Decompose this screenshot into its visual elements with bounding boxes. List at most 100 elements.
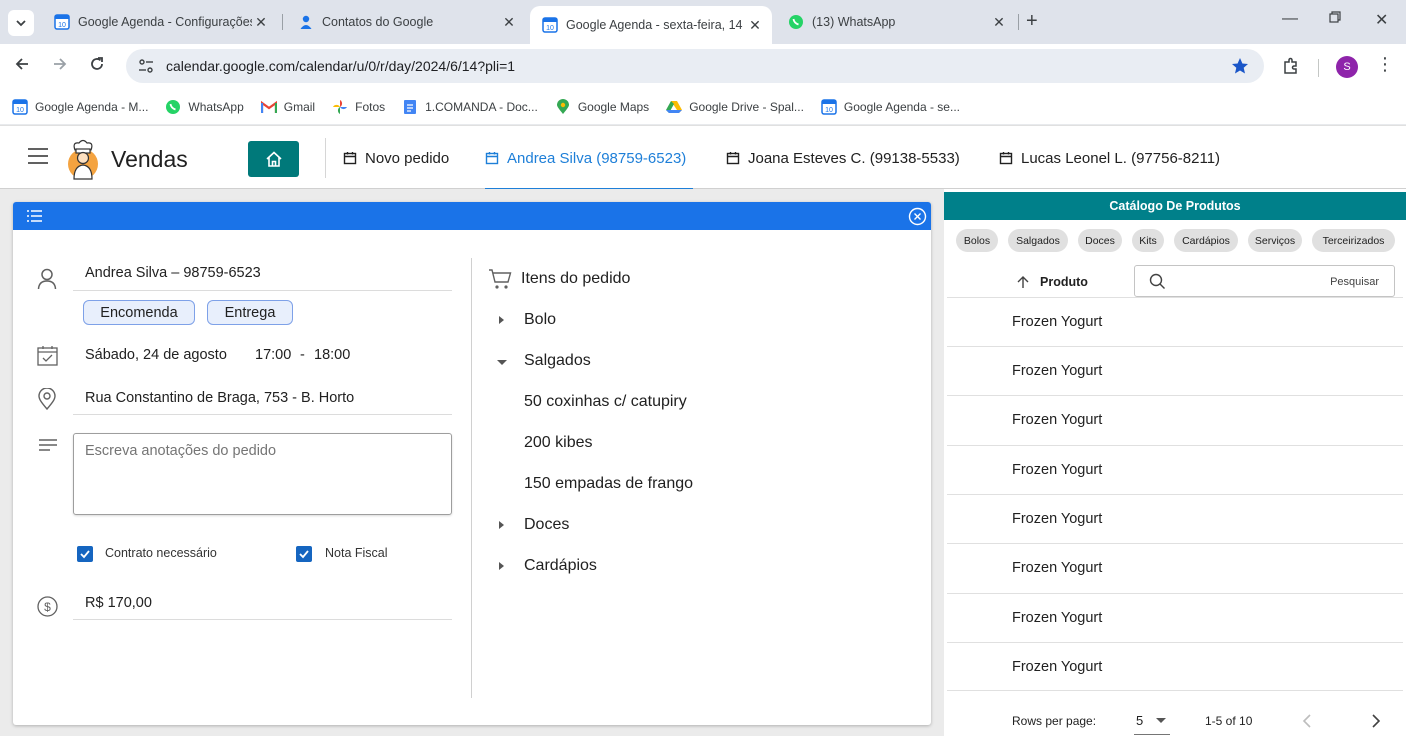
product-catalog-panel: Catálogo De Produtos Bolos Salgados Doce… (944, 189, 1406, 736)
rows-per-page-select[interactable]: 5 (1134, 711, 1170, 735)
expand-icon[interactable] (499, 316, 504, 324)
close-icon[interactable]: ✕ (746, 17, 764, 34)
expand-icon[interactable] (499, 562, 504, 570)
minimize-button[interactable]: — (1282, 10, 1298, 28)
reload-button[interactable] (89, 56, 105, 77)
tab-joana-esteves[interactable]: Joana Esteves C. (99138-5533) (726, 126, 960, 190)
tab-search-button[interactable] (8, 10, 34, 36)
restore-button[interactable] (1329, 10, 1341, 28)
browser-tab-calendar-day[interactable]: 10 Google Agenda - sexta-feira, 14 ✕ (530, 6, 772, 44)
tree-subitem[interactable]: 150 empadas de frango (524, 475, 693, 493)
collapse-icon[interactable] (497, 360, 507, 365)
app-title: Vendas (111, 146, 188, 172)
browser-tab-whatsapp[interactable]: (13) WhatsApp ✕ (776, 6, 1016, 38)
table-row[interactable]: Frozen Yogurt (947, 395, 1403, 444)
category-chip[interactable]: Terceirizados (1312, 229, 1395, 252)
browser-menu-icon[interactable]: ⋮ (1376, 54, 1394, 75)
bookmark-item[interactable]: 10 Google Agenda - se... (821, 99, 960, 115)
browser-tab-calendar-settings[interactable]: 10 Google Agenda - Configurações ✕ (42, 6, 278, 38)
bookmark-item[interactable]: Google Drive - Spal... (666, 99, 804, 115)
category-chip[interactable]: Doces (1078, 229, 1122, 252)
tree-item-salgados[interactable]: Salgados (524, 352, 591, 370)
whatsapp-icon (165, 99, 181, 115)
address-field[interactable]: Rua Constantino de Braga, 753 - B. Horto (85, 390, 354, 406)
back-button[interactable] (14, 56, 30, 77)
menu-icon[interactable] (28, 148, 48, 164)
site-settings-icon[interactable] (138, 58, 154, 74)
chip-encomenda[interactable]: Encomenda (83, 300, 195, 325)
list-icon[interactable] (26, 208, 44, 224)
order-date[interactable]: Sábado, 24 de agosto (85, 347, 227, 363)
home-button[interactable] (248, 141, 299, 177)
expand-icon[interactable] (499, 521, 504, 529)
close-circle-icon[interactable] (908, 207, 927, 226)
profile-avatar[interactable]: S (1336, 56, 1358, 78)
url-text[interactable]: calendar.google.com/calendar/u/0/r/day/2… (166, 58, 515, 74)
tree-item-cardapios[interactable]: Cardápios (524, 557, 597, 575)
bookmark-item[interactable]: 10 Google Agenda - M... (12, 99, 148, 115)
address-bar[interactable]: calendar.google.com/calendar/u/0/r/day/2… (126, 49, 1264, 83)
table-row[interactable]: Frozen Yogurt (947, 297, 1403, 346)
table-row[interactable]: Frozen Yogurt (947, 346, 1403, 395)
arrow-up-icon (1017, 276, 1029, 288)
reload-icon (91, 57, 103, 70)
check-icon (299, 550, 309, 559)
table-row[interactable]: Frozen Yogurt (947, 543, 1403, 592)
tab-lucas-leonel[interactable]: Lucas Leonel L. (97756-8211) (999, 126, 1220, 190)
close-icon[interactable]: ✕ (990, 14, 1008, 31)
calendar-icon: 10 (54, 14, 70, 30)
svg-text:10: 10 (546, 25, 554, 32)
photos-icon (332, 99, 348, 115)
chip-entrega[interactable]: Entrega (207, 300, 293, 325)
tree-item-doces[interactable]: Doces (524, 516, 569, 534)
new-tab-button[interactable]: + (1026, 10, 1038, 33)
category-chip[interactable]: Cardápios (1174, 229, 1238, 252)
notes-textarea[interactable]: Escreva anotações do pedido (73, 433, 452, 515)
field-underline (73, 290, 452, 291)
contract-checkbox-label[interactable]: Contrato necessário (105, 546, 217, 560)
close-icon[interactable]: ✕ (500, 14, 518, 31)
close-icon[interactable]: ✕ (252, 14, 270, 31)
tab-title: Google Agenda - Configurações (78, 15, 252, 29)
category-chip[interactable]: Serviços (1248, 229, 1302, 252)
tree-subitem[interactable]: 200 kibes (524, 434, 593, 452)
invoice-checkbox[interactable] (296, 546, 312, 562)
bookmark-item[interactable]: Fotos (332, 99, 385, 115)
customer-name[interactable]: Andrea Silva – 98759-6523 (85, 265, 261, 281)
catalog-search-input[interactable]: Pesquisar (1134, 265, 1395, 297)
table-row[interactable]: Frozen Yogurt (947, 642, 1403, 691)
tree-item-bolo[interactable]: Bolo (524, 311, 556, 329)
bookmark-item[interactable]: WhatsApp (165, 99, 244, 115)
tab-separator (282, 14, 283, 30)
svg-text:10: 10 (825, 107, 833, 114)
bookmark-item[interactable]: 1.COMANDA - Doc... (402, 99, 538, 115)
window-close-button[interactable]: ✕ (1375, 10, 1388, 30)
category-chip[interactable]: Kits (1132, 229, 1164, 252)
column-header-produto[interactable]: Produto (1016, 275, 1088, 289)
chevron-left-icon[interactable] (1302, 714, 1312, 728)
order-time-start[interactable]: 17:00 (255, 347, 291, 363)
bookmark-label: Google Maps (577, 100, 650, 114)
category-chip[interactable]: Bolos (956, 229, 998, 252)
table-row[interactable]: Frozen Yogurt (947, 494, 1403, 543)
total-field[interactable]: R$ 170,00 (85, 595, 152, 611)
forward-button[interactable] (52, 56, 68, 77)
bookmark-label: Google Agenda - M... (35, 100, 149, 114)
bookmark-item[interactable]: Gmail (260, 99, 315, 115)
bookmark-item[interactable]: Google Maps (555, 99, 649, 115)
category-chip[interactable]: Salgados (1008, 229, 1068, 252)
order-time-end[interactable]: 18:00 (314, 347, 350, 363)
chevron-right-icon[interactable] (1371, 714, 1381, 728)
invoice-checkbox-label[interactable]: Nota Fiscal (325, 546, 388, 560)
maps-icon (555, 99, 571, 115)
browser-tab-contacts[interactable]: Contatos do Google ✕ (286, 6, 526, 38)
tab-andrea-silva[interactable]: Andrea Silva (98759-6523) (485, 126, 694, 190)
contract-checkbox[interactable] (77, 546, 93, 562)
tab-novo-pedido[interactable]: Novo pedido (343, 126, 449, 190)
table-row[interactable]: Frozen Yogurt (947, 445, 1403, 494)
calendar-icon (726, 152, 740, 165)
extensions-button[interactable] (1282, 57, 1300, 80)
bookmark-star-icon[interactable] (1230, 56, 1250, 76)
tree-subitem[interactable]: 50 coxinhas c/ catupiry (524, 393, 687, 411)
table-row[interactable]: Frozen Yogurt (947, 593, 1403, 642)
